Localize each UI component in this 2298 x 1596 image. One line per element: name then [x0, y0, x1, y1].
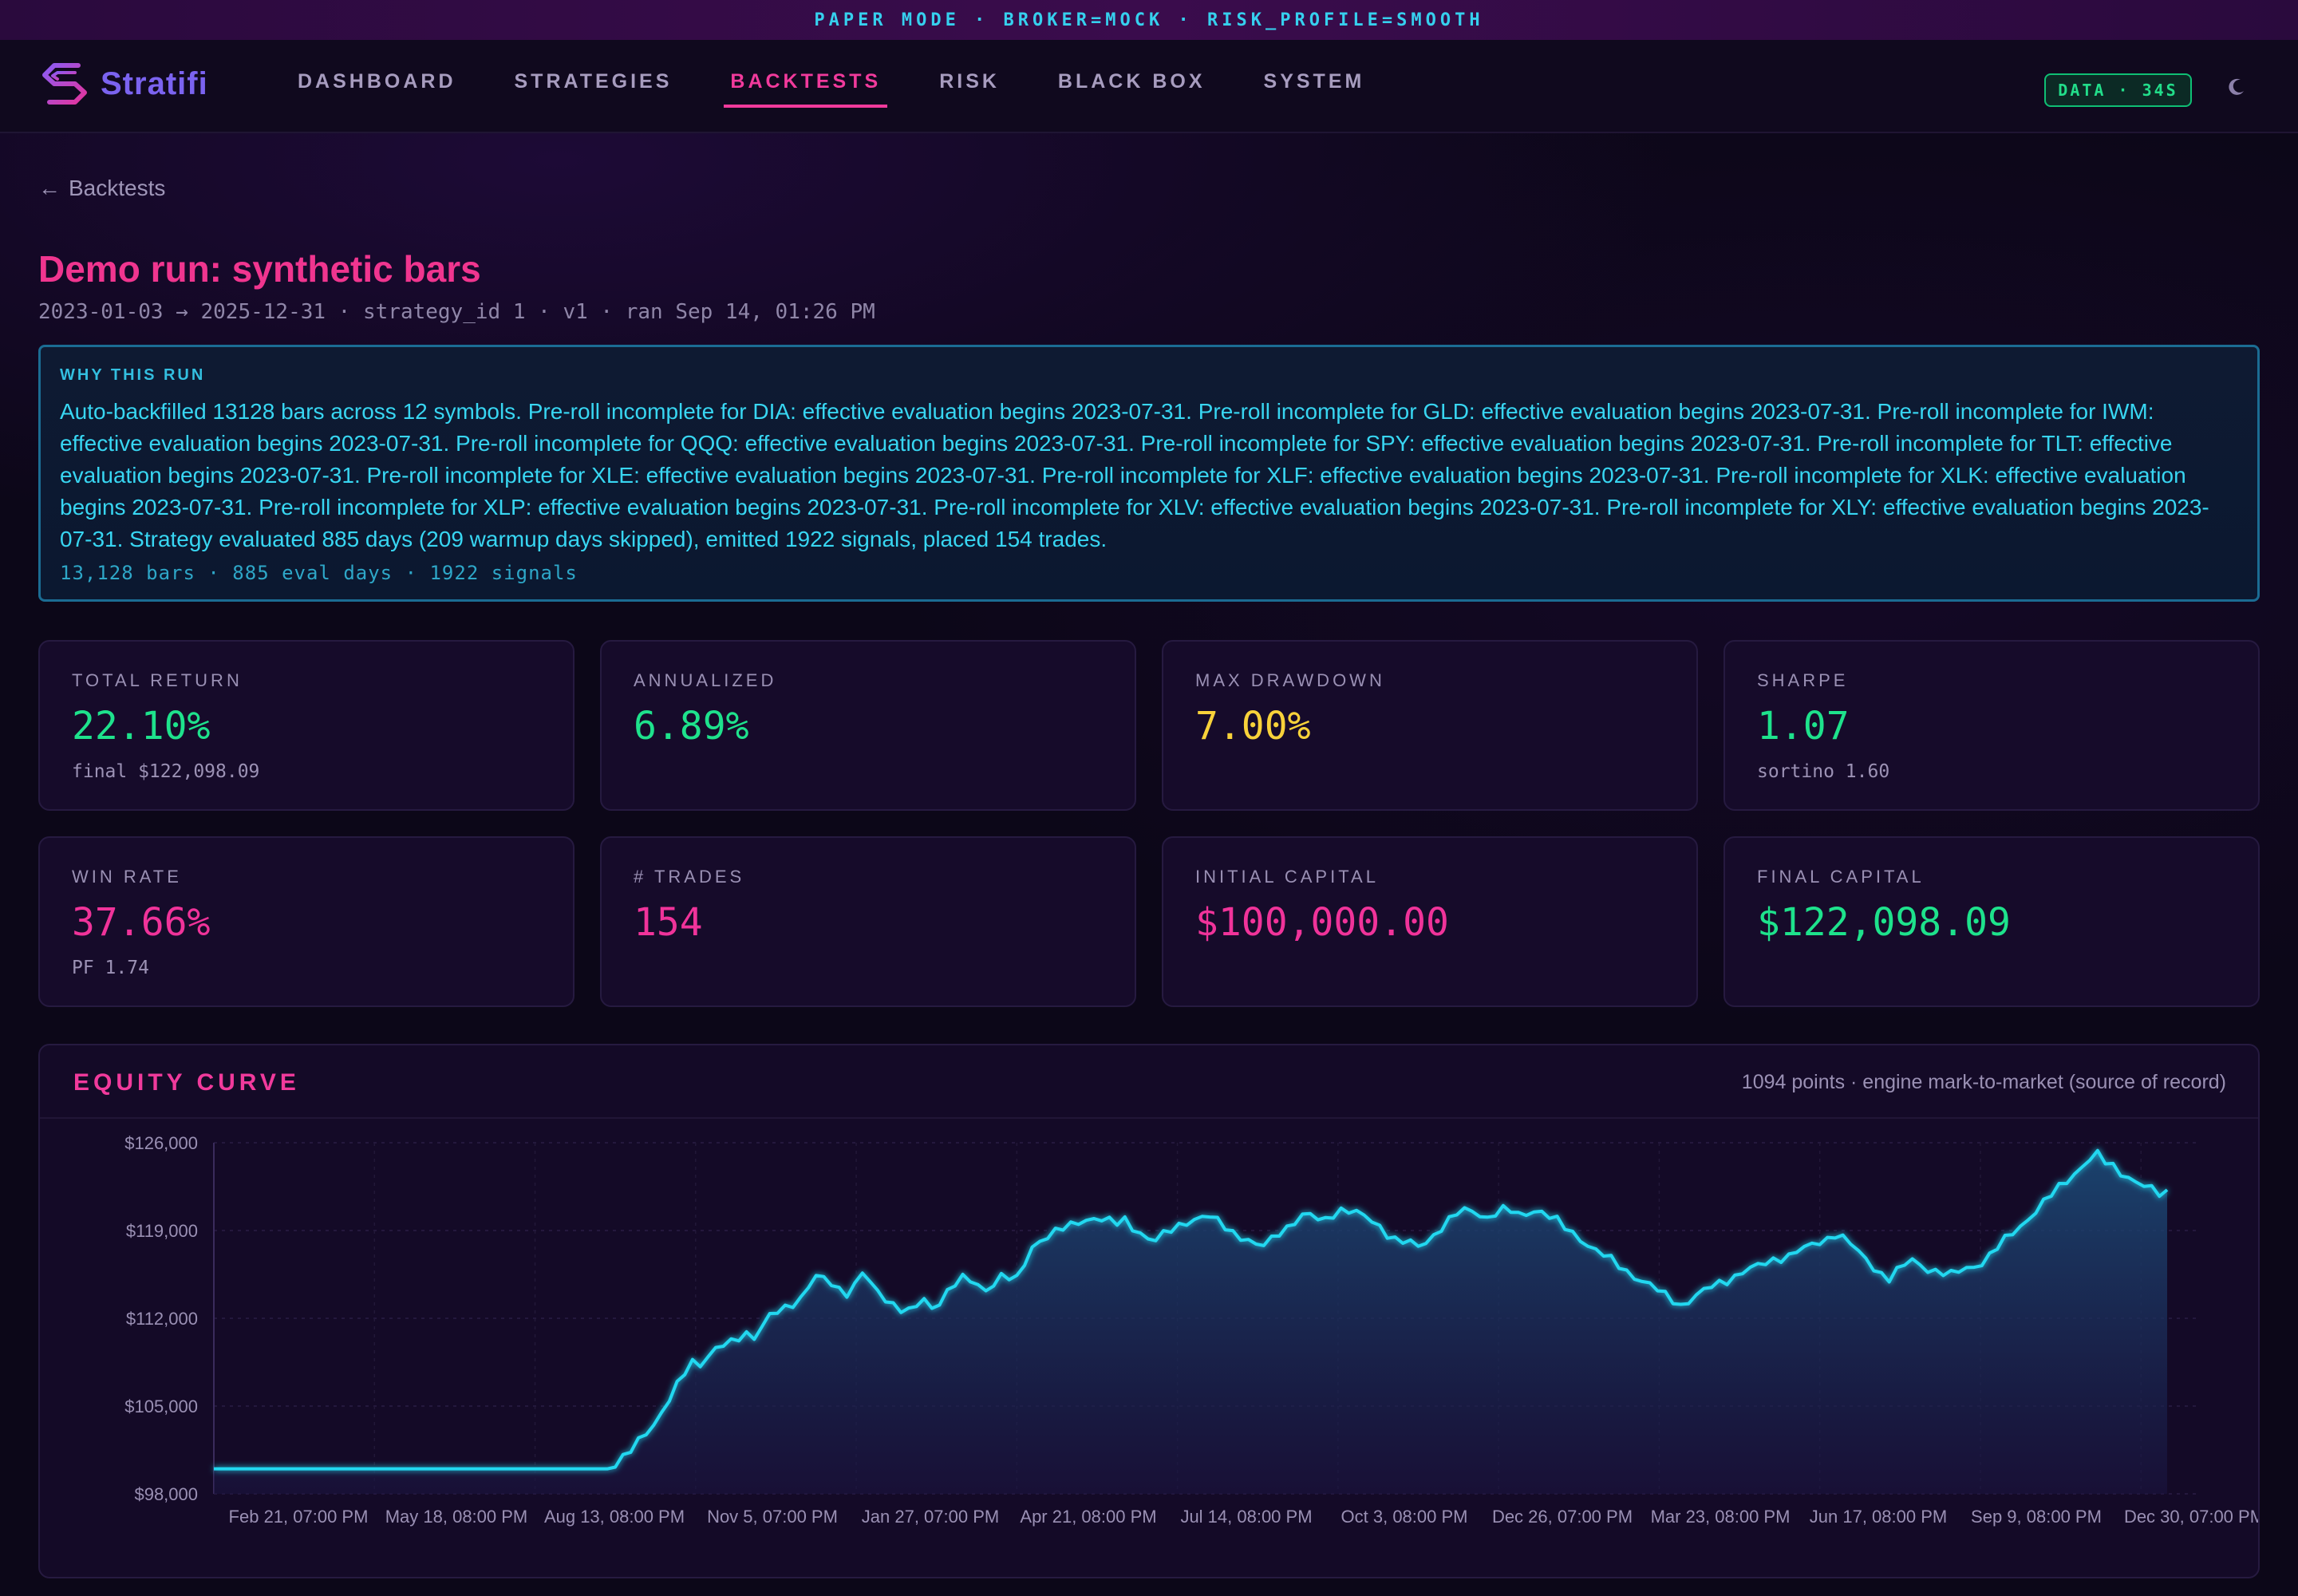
stat-label: FINAL CAPITAL — [1757, 867, 1925, 887]
data-freshness-badge: DATA · 34S — [2044, 73, 2192, 107]
stat-value: 154 — [634, 900, 703, 945]
stat-card-trades: # TRADES 154 — [600, 836, 1136, 1007]
equity-title: EQUITY CURVE — [73, 1069, 300, 1096]
x-tick-label: Dec 26, 07:00 PM — [1492, 1507, 1633, 1527]
stat-value: $100,000.00 — [1195, 900, 1449, 945]
stat-card-sharpe: SHARPE 1.07 sortino 1.60 — [1724, 640, 2260, 811]
y-tick-label: $105,000 — [124, 1396, 198, 1416]
y-tick-label: $126,000 — [124, 1133, 198, 1153]
y-tick-label: $98,000 — [134, 1484, 198, 1504]
x-tick-label: Aug 13, 08:00 PM — [544, 1507, 685, 1527]
stat-label: # TRADES — [634, 867, 745, 887]
stat-label: WIN RATE — [72, 867, 182, 887]
stat-sub: PF 1.74 — [72, 958, 149, 978]
equity-meta: 1094 points · engine mark-to-market (sou… — [1741, 1071, 2226, 1093]
brand-logo[interactable]: Stratifi — [38, 59, 208, 109]
x-tick-label: May 18, 08:00 PM — [385, 1507, 528, 1527]
stat-label: MAX DRAWDOWN — [1195, 670, 1385, 690]
nav-item-dashboard[interactable]: DASHBOARD — [291, 70, 463, 108]
stat-sub: sortino 1.60 — [1757, 761, 1890, 782]
stat-label: ANNUALIZED — [634, 670, 777, 690]
nav-item-risk[interactable]: RISK — [933, 70, 1006, 108]
nav-links: DASHBOARD STRATEGIES BACKTESTS RISK BLAC… — [291, 70, 1416, 108]
stat-value: 1.07 — [1757, 704, 1850, 749]
stat-card-win-rate: WIN RATE 37.66% PF 1.74 — [38, 836, 574, 1007]
nav-item-system[interactable]: SYSTEM — [1258, 70, 1372, 108]
stat-card-max-drawdown: MAX DRAWDOWN 7.00% — [1162, 640, 1698, 811]
run-subtitle: 2023-01-03 → 2025-12-31 · strategy_id 1 … — [38, 300, 875, 324]
equity-header: EQUITY CURVE 1094 points · engine mark-t… — [40, 1045, 2258, 1119]
stat-sub: final $122,098.09 — [72, 761, 260, 782]
back-to-backtests-link[interactable]: ← Backtests — [38, 176, 165, 201]
nav-item-strategies[interactable]: STRATEGIES — [508, 70, 679, 108]
stat-card-final-capital: FINAL CAPITAL $122,098.09 — [1724, 836, 2260, 1007]
stat-value: 37.66% — [72, 900, 211, 945]
stat-card-total-return: TOTAL RETURN 22.10% final $122,098.09 — [38, 640, 574, 811]
x-tick-label: Jun 17, 08:00 PM — [1810, 1507, 1947, 1527]
equity-chart[interactable]: $98,000 $105,000 $112,000 $119,000 $126,000 F… — [40, 1119, 2258, 1577]
x-tick-label: Apr 21, 08:00 PM — [1020, 1507, 1156, 1527]
stat-label: SHARPE — [1757, 670, 1849, 690]
stat-label: TOTAL RETURN — [72, 670, 243, 690]
top-nav: Stratifi DASHBOARD STRATEGIES BACKTESTS … — [0, 40, 2298, 133]
why-footer: 13,128 bars · 885 eval days · 1922 signa… — [60, 562, 578, 584]
stat-value: $122,098.09 — [1757, 900, 2011, 945]
nav-item-black-box[interactable]: BLACK BOX — [1052, 70, 1212, 108]
stat-value: 6.89% — [634, 704, 749, 749]
stat-value: 22.10% — [72, 704, 211, 749]
stratifi-logo-icon — [42, 63, 87, 105]
brand-name: Stratifi — [101, 65, 208, 101]
x-tick-label: Dec 30, 07:00 PM — [2124, 1507, 2258, 1527]
page-title: Demo run: synthetic bars — [38, 248, 481, 290]
paper-mode-banner: PAPER MODE · BROKER=MOCK · RISK_PROFILE=… — [0, 0, 2298, 40]
x-tick-label: Jan 27, 07:00 PM — [862, 1507, 999, 1527]
why-this-run-panel: WHY THIS RUN Auto-backfilled 13128 bars … — [38, 345, 2260, 602]
back-link-label: Backtests — [69, 176, 166, 200]
x-tick-label: Sep 9, 08:00 PM — [1971, 1507, 2102, 1527]
x-tick-label: Mar 23, 08:00 PM — [1651, 1507, 1791, 1527]
equity-area — [214, 1150, 2167, 1494]
stat-card-annualized: ANNUALIZED 6.89% — [600, 640, 1136, 811]
x-tick-label: Jul 14, 08:00 PM — [1180, 1507, 1312, 1527]
y-tick-label: $119,000 — [126, 1221, 198, 1241]
x-tick-label: Oct 3, 08:00 PM — [1341, 1507, 1468, 1527]
y-tick-label: $112,000 — [126, 1309, 198, 1329]
stat-card-initial-capital: INITIAL CAPITAL $100,000.00 — [1162, 836, 1698, 1007]
stat-label: INITIAL CAPITAL — [1195, 867, 1379, 887]
x-tick-label: Nov 5, 07:00 PM — [707, 1507, 838, 1527]
x-tick-label: Feb 21, 07:00 PM — [229, 1507, 369, 1527]
nav-item-backtests[interactable]: BACKTESTS — [724, 70, 888, 108]
why-text: Auto-backfilled 13128 bars across 12 sym… — [60, 399, 2209, 551]
equity-curve-panel: EQUITY CURVE 1094 points · engine mark-t… — [38, 1044, 2260, 1578]
stat-value: 7.00% — [1195, 704, 1311, 749]
arrow-left-icon: ← — [38, 176, 61, 200]
moon-icon[interactable] — [2225, 75, 2249, 99]
why-label: WHY THIS RUN — [60, 366, 206, 384]
